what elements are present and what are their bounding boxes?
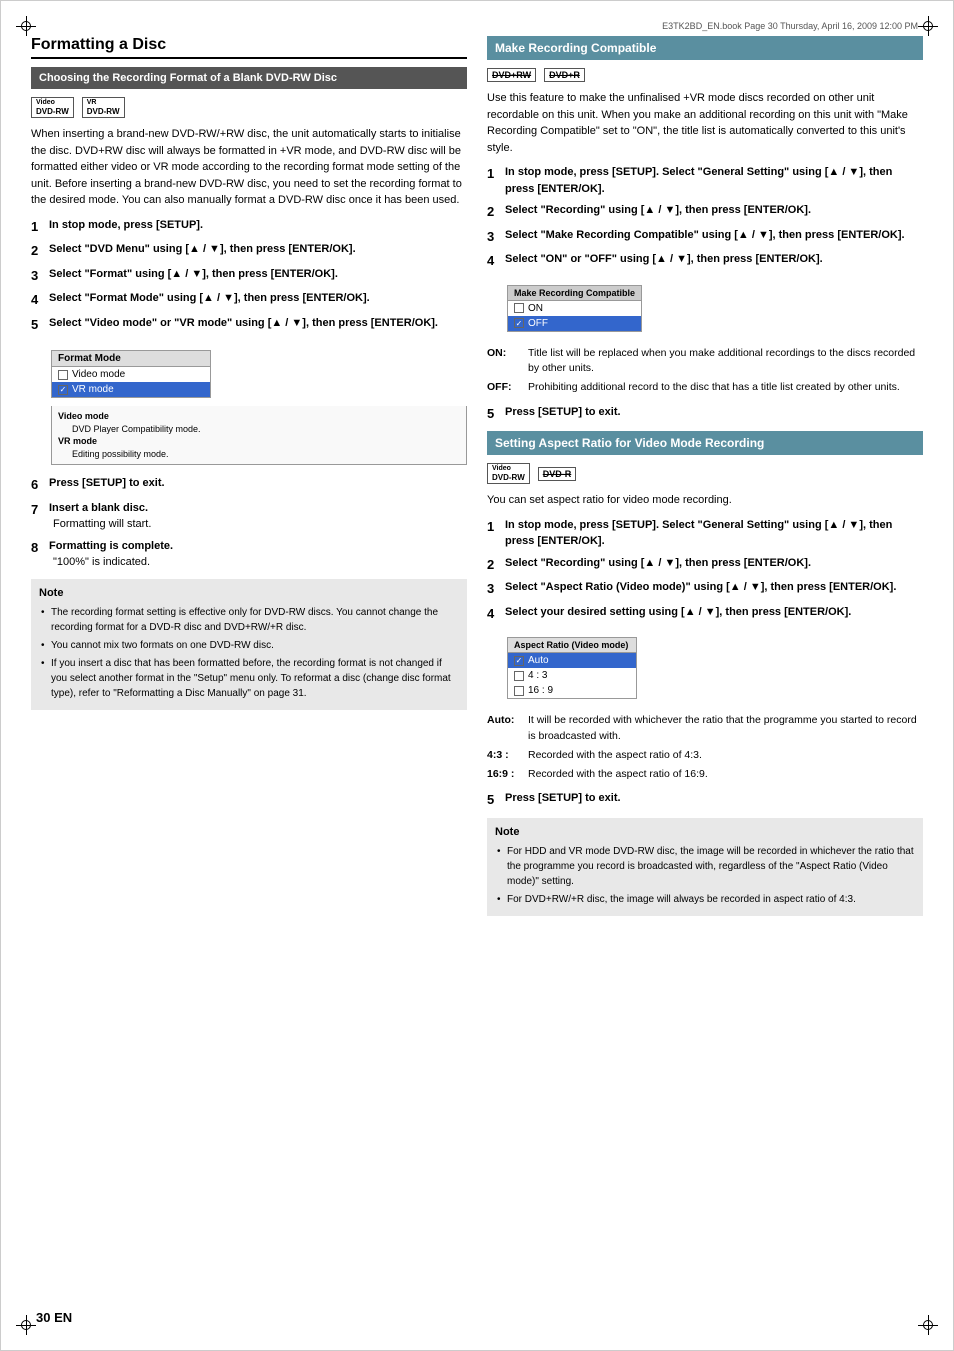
step-1: 1 In stop mode, press [SETUP]. [31, 217, 467, 237]
ar-row-169: 16 : 9 [508, 683, 636, 698]
note-item-1: The recording format setting is effectiv… [39, 605, 459, 635]
left-column: Formatting a Disc Choosing the Recording… [31, 36, 467, 916]
mode-description: Video mode DVD Player Compatibility mode… [51, 406, 467, 465]
format-mode-row-vr: VR mode [52, 382, 210, 397]
corner-mark-br [918, 1315, 938, 1335]
169-desc: 16:9 : Recorded with the aspect ratio of… [487, 767, 923, 783]
format-mode-row-video: Video mode [52, 367, 210, 382]
mrc-step-2: 2 Select "Recording" using [▲ / ▼], then… [487, 202, 923, 222]
ar-step-1: 1 In stop mode, press [SETUP]. Select "G… [487, 517, 923, 550]
corner-mark-bl [16, 1315, 36, 1335]
auto-desc: Auto: It will be recorded with whichever… [487, 713, 923, 745]
onoff-row-on: ON [508, 301, 641, 316]
ar-descriptions: Auto: It will be recorded with whichever… [487, 713, 923, 782]
disc-icons-left: Video DVD-RW VR DVD-RW [31, 97, 467, 118]
note-title-left: Note [39, 585, 459, 602]
file-info: E3TK2BD_EN.book Page 30 Thursday, April … [31, 21, 923, 31]
note-item-3: If you insert a disc that has been forma… [39, 656, 459, 701]
main-title: Formatting a Disc [31, 36, 467, 59]
format-mode-table: Format Mode Video mode VR mode [51, 350, 211, 398]
disc-icon-vr-dvdrw: VR DVD-RW [82, 97, 125, 118]
mrc-steps: 1 In stop mode, press [SETUP]. Select "G… [487, 164, 923, 271]
disc-icons-right1: DVD+RW DVD+R [487, 68, 923, 82]
right-column: Make Recording Compatible DVD+RW DVD+R U… [487, 36, 923, 916]
section3-body: You can set aspect ratio for video mode … [487, 492, 923, 509]
43-desc: 4:3 : Recorded with the aspect ratio of … [487, 748, 923, 764]
step-7: 7 Insert a blank disc. Formatting will s… [31, 500, 467, 533]
onoff-row-off: OFF [508, 316, 641, 331]
disc-icon-dvdrw-plus: DVD+RW [487, 68, 536, 82]
ar-step-5: 5 Press [SETUP] to exit. [487, 790, 923, 810]
ar-step-3: 3 Select "Aspect Ratio (Video mode)" usi… [487, 579, 923, 599]
ar-box-wrapper: Aspect Ratio (Video mode) Auto 4 : 3 16 … [507, 631, 923, 705]
ar-row-auto: Auto [508, 653, 636, 668]
steps-list-2: 6 Press [SETUP] to exit. 7 Insert a blan… [31, 475, 467, 571]
note-title-right: Note [495, 824, 915, 841]
ar-header: Aspect Ratio (Video mode) [508, 638, 636, 653]
off-desc: OFF: Prohibiting additional record to th… [487, 380, 923, 396]
format-mode-box: Format Mode Video mode VR mode Video mod… [51, 342, 467, 465]
ar-step-4: 4 Select your desired setting using [▲ /… [487, 604, 923, 624]
ar-steps: 1 In stop mode, press [SETUP]. Select "G… [487, 517, 923, 624]
note-item-2: You cannot mix two formats on one DVD-RW… [39, 638, 459, 653]
video-mode-checkbox [58, 370, 68, 380]
note-list-left: The recording format setting is effectiv… [39, 605, 459, 701]
disc-icon-dvdr2: DVD-R [538, 467, 577, 481]
section3-title-box: Setting Aspect Ratio for Video Mode Reco… [487, 431, 923, 455]
disc-icon-video-dvdrw2: Video DVD-RW [487, 463, 530, 484]
onoff-descriptions: ON: Title list will be replaced when you… [487, 346, 923, 396]
onoff-box-wrapper: Make Recording Compatible ON OFF [507, 279, 923, 338]
on-desc: ON: Title list will be replaced when you… [487, 346, 923, 378]
169-checkbox [514, 686, 524, 696]
auto-checkbox [514, 656, 524, 666]
ar-table: Aspect Ratio (Video mode) Auto 4 : 3 16 … [507, 637, 637, 699]
step-3: 3 Select "Format" using [▲ / ▼], then pr… [31, 266, 467, 286]
note-list-right: For HDD and VR mode DVD-RW disc, the ima… [495, 844, 915, 907]
disc-icon-dvdplusr: DVD+R [544, 68, 585, 82]
section2-body: Use this feature to make the unfinalised… [487, 90, 923, 156]
mrc-step-3: 3 Select "Make Recording Compatible" usi… [487, 227, 923, 247]
steps-list-1: 1 In stop mode, press [SETUP]. 2 Select … [31, 217, 467, 335]
disc-icon-video-dvdrw: Video DVD-RW [31, 97, 74, 118]
mrc-step-4: 4 Select "ON" or "OFF" using [▲ / ▼], th… [487, 251, 923, 271]
ar-step-2: 2 Select "Recording" using [▲ / ▼], then… [487, 555, 923, 575]
43-checkbox [514, 671, 524, 681]
step-8: 8 Formatting is complete. "100%" is indi… [31, 538, 467, 571]
onoff-header: Make Recording Compatible [508, 286, 641, 301]
vr-mode-checkbox [58, 385, 68, 395]
note-box-right: Note For HDD and VR mode DVD-RW disc, th… [487, 818, 923, 917]
mrc-step-5: 5 Press [SETUP] to exit. [487, 404, 923, 424]
note-item-r1: For HDD and VR mode DVD-RW disc, the ima… [495, 844, 915, 889]
corner-mark-tr [918, 16, 938, 36]
on-checkbox [514, 303, 524, 313]
ar-row-43: 4 : 3 [508, 668, 636, 683]
section1-body: When inserting a brand-new DVD-RW/+RW di… [31, 126, 467, 209]
corner-mark-tl [16, 16, 36, 36]
note-box-left: Note The recording format setting is eff… [31, 579, 467, 711]
page-number: 30 EN [36, 1310, 72, 1325]
disc-icons-right2: Video DVD-RW DVD-R [487, 463, 923, 484]
step-2: 2 Select "DVD Menu" using [▲ / ▼], then … [31, 241, 467, 261]
format-mode-header: Format Mode [52, 351, 210, 367]
section2-title-box: Make Recording Compatible [487, 36, 923, 60]
columns: Formatting a Disc Choosing the Recording… [31, 36, 923, 916]
off-checkbox [514, 318, 524, 328]
step-5: 5 Select "Video mode" or "VR mode" using… [31, 315, 467, 335]
section1-title-box: Choosing the Recording Format of a Blank… [31, 67, 467, 89]
page-wrapper: E3TK2BD_EN.book Page 30 Thursday, April … [0, 0, 954, 1351]
mrc-step5: 5 Press [SETUP] to exit. [487, 404, 923, 424]
mrc-step-1: 1 In stop mode, press [SETUP]. Select "G… [487, 164, 923, 197]
step-6: 6 Press [SETUP] to exit. [31, 475, 467, 495]
ar-step5: 5 Press [SETUP] to exit. [487, 790, 923, 810]
step-4: 4 Select "Format Mode" using [▲ / ▼], th… [31, 290, 467, 310]
onoff-table: Make Recording Compatible ON OFF [507, 285, 642, 332]
note-item-r2: For DVD+RW/+R disc, the image will alway… [495, 892, 915, 907]
